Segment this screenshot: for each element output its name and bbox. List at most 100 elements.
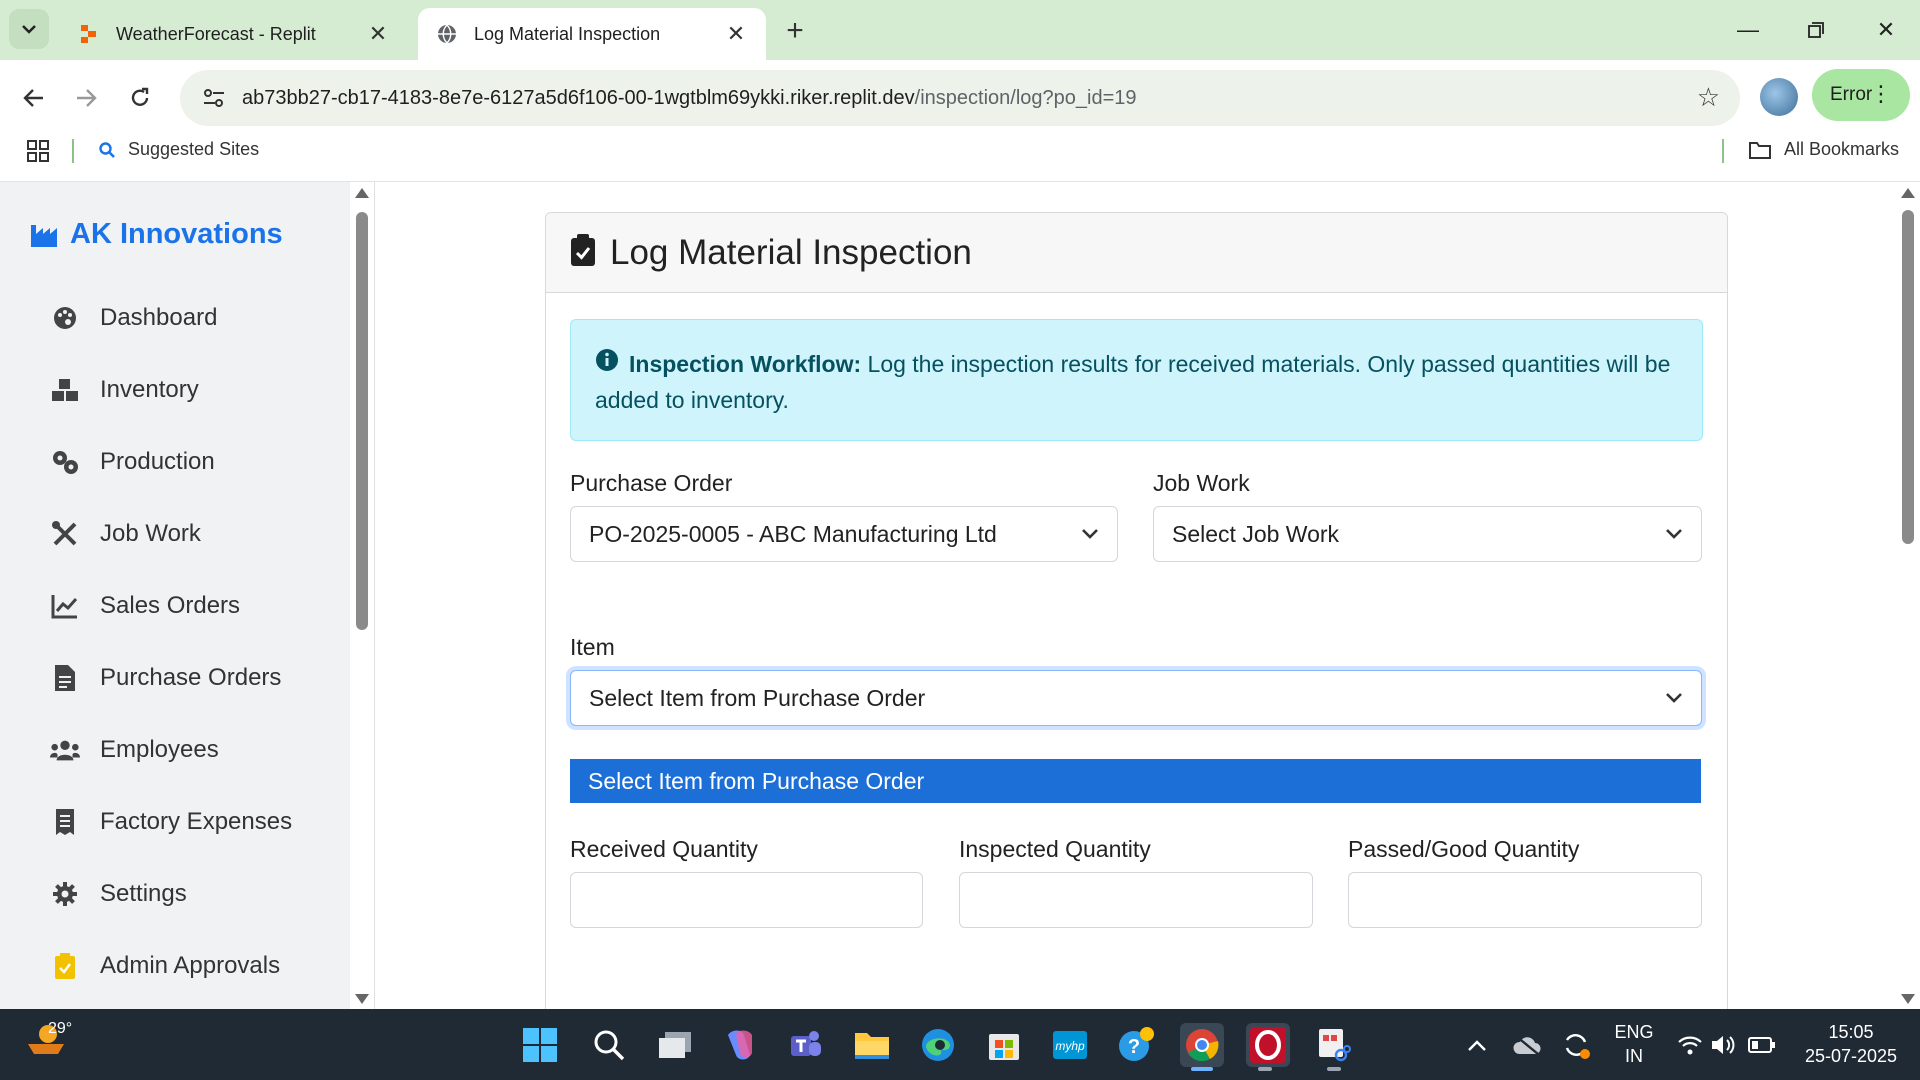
sidebar-item-label: Sales Orders xyxy=(100,592,241,619)
reload-icon xyxy=(131,87,149,106)
snipping-tool-icon xyxy=(1319,1029,1351,1062)
option-label: Select Item from Purchase Order xyxy=(588,767,925,794)
sidebar-item-settings[interactable]: Settings xyxy=(50,874,187,914)
bookmark-star-icon[interactable]: ☆ xyxy=(1697,82,1720,113)
url-path: /inspection/log?po_id=19 xyxy=(914,86,1137,109)
item-select[interactable]: Select Item from Purchase Order xyxy=(570,670,1702,726)
forward-button[interactable] xyxy=(66,78,106,118)
sidebar-item-factory-expenses[interactable]: Factory Expenses xyxy=(50,802,292,842)
brand-logo[interactable]: AK Innovations xyxy=(30,218,283,251)
sidebar-item-purchase-orders[interactable]: Purchase Orders xyxy=(50,658,281,698)
tab-search-button[interactable] xyxy=(9,9,49,49)
task-view-button[interactable] xyxy=(653,1023,697,1067)
temperature-text: 29° xyxy=(48,1020,73,1037)
gear-icon xyxy=(50,879,80,909)
sidebar-item-label: Factory Expenses xyxy=(100,808,293,835)
received-quantity-input[interactable] xyxy=(570,872,923,928)
sidebar-item-job-work[interactable]: Job Work xyxy=(50,514,201,554)
tab-title: WeatherForecast - Replit xyxy=(116,23,316,44)
scrollbar-thumb[interactable] xyxy=(1902,210,1914,544)
edge-button[interactable] xyxy=(916,1023,960,1067)
teams-button[interactable] xyxy=(783,1023,827,1067)
bookmark-label: All Bookmarks xyxy=(1784,139,1900,159)
new-tab-button[interactable]: + xyxy=(778,14,812,48)
select-value: Select Job Work xyxy=(1172,520,1340,547)
purchase-order-label: Purchase Order xyxy=(570,470,733,496)
battery-button[interactable] xyxy=(1740,1023,1784,1067)
passed-quantity-label: Passed/Good Quantity xyxy=(1348,836,1580,862)
chrome-button[interactable] xyxy=(1180,1023,1224,1067)
reload-button[interactable] xyxy=(120,78,160,118)
copilot-button[interactable] xyxy=(718,1023,762,1067)
sidebar-item-sales-orders[interactable]: Sales Orders xyxy=(50,586,240,626)
file-explorer-button[interactable] xyxy=(850,1023,894,1067)
chevron-down-icon xyxy=(1082,529,1098,539)
page-title: Log Material Inspection xyxy=(610,232,972,272)
restore-button[interactable] xyxy=(1796,12,1836,48)
scroll-down-arrow[interactable] xyxy=(1901,994,1915,1004)
svg-text:myhp: myhp xyxy=(1055,1039,1085,1053)
sidebar-item-employees[interactable]: Employees xyxy=(50,730,219,770)
running-app-indicator xyxy=(1258,1067,1272,1071)
myhp-icon: myhp xyxy=(1053,1031,1087,1059)
chart-line-icon xyxy=(50,591,80,621)
sidebar-item-label: Production xyxy=(100,448,215,475)
minimize-button[interactable]: — xyxy=(1728,12,1768,48)
scroll-up-arrow[interactable] xyxy=(1901,188,1915,198)
info-circle-icon xyxy=(595,346,619,382)
item-dropdown-option[interactable]: Select Item from Purchase Order xyxy=(570,759,1701,803)
bookmark-suggested-sites[interactable]: Suggested Sites xyxy=(98,139,259,160)
site-settings-icon[interactable] xyxy=(186,70,242,126)
language-indicator[interactable]: ENG IN xyxy=(1606,1020,1662,1068)
more-menu-icon[interactable]: ⋮ xyxy=(1870,81,1892,107)
job-work-select[interactable]: Select Job Work xyxy=(1153,506,1702,562)
sidebar-item-production[interactable]: Production xyxy=(50,442,215,482)
time-text: 15:05 xyxy=(1828,1022,1874,1042)
back-button[interactable] xyxy=(14,78,54,118)
scrollbar-thumb[interactable] xyxy=(356,212,368,630)
scroll-down-arrow[interactable] xyxy=(355,994,369,1004)
close-tab-icon[interactable]: ✕ xyxy=(366,21,390,46)
address-bar[interactable]: ab73bb27-cb17-4183-8e7e-6127a5d6f106-00-… xyxy=(180,70,1740,126)
active-app-indicator xyxy=(1191,1067,1213,1071)
restore-icon xyxy=(1808,22,1824,38)
main-scrollbar[interactable] xyxy=(1896,182,1920,1009)
close-tab-icon[interactable]: ✕ xyxy=(724,21,748,46)
weather-widget[interactable]: 29° xyxy=(26,1020,72,1056)
store-button[interactable] xyxy=(982,1023,1026,1067)
inspected-quantity-input[interactable] xyxy=(959,872,1313,928)
tab-log-material-inspection[interactable]: Log Material Inspection ✕ xyxy=(418,8,766,60)
myhp-button[interactable]: myhp xyxy=(1048,1023,1092,1067)
opera-icon xyxy=(1250,1027,1286,1063)
info-alert: Inspection Workflow: Log the inspection … xyxy=(570,319,1703,441)
select-value: Select Item from Purchase Order xyxy=(589,684,926,711)
scroll-up-arrow[interactable] xyxy=(355,188,369,198)
clipboard-check-icon xyxy=(50,951,80,981)
sidebar-item-admin-approvals[interactable]: Admin Approvals xyxy=(50,946,280,986)
sync-button[interactable] xyxy=(1554,1023,1598,1067)
file-invoice-icon xyxy=(50,663,80,693)
teams-icon xyxy=(791,1031,821,1056)
sidebar-scrollbar[interactable] xyxy=(350,182,374,1009)
search-button[interactable] xyxy=(587,1023,631,1067)
profile-error-button[interactable]: Error ⋮ xyxy=(1812,69,1910,121)
apps-grid-icon[interactable] xyxy=(26,139,50,168)
sidebar-item-dashboard[interactable]: Dashboard xyxy=(50,298,217,338)
start-button[interactable] xyxy=(518,1023,562,1067)
close-window-button[interactable]: ✕ xyxy=(1866,12,1906,48)
purchase-order-select[interactable]: PO-2025-0005 - ABC Manufacturing Ltd xyxy=(570,506,1118,562)
inspected-quantity-label: Inspected Quantity xyxy=(959,836,1151,862)
passed-quantity-input[interactable] xyxy=(1348,872,1702,928)
clock[interactable]: 15:05 25-07-2025 xyxy=(1792,1020,1910,1068)
chevron-down-icon xyxy=(22,25,36,34)
onedrive-button[interactable] xyxy=(1505,1023,1549,1067)
help-button[interactable]: ? xyxy=(1114,1023,1158,1067)
tab-weatherforecast[interactable]: WeatherForecast - Replit ✕ xyxy=(60,8,408,60)
opera-button[interactable] xyxy=(1246,1023,1290,1067)
item-label: Item xyxy=(570,634,615,660)
snipping-tool-button[interactable] xyxy=(1312,1023,1356,1067)
all-bookmarks-button[interactable]: All Bookmarks xyxy=(1748,139,1899,160)
show-hidden-icons-button[interactable] xyxy=(1455,1023,1499,1067)
sidebar-item-inventory[interactable]: Inventory xyxy=(50,370,199,410)
profile-avatar[interactable] xyxy=(1760,78,1798,116)
